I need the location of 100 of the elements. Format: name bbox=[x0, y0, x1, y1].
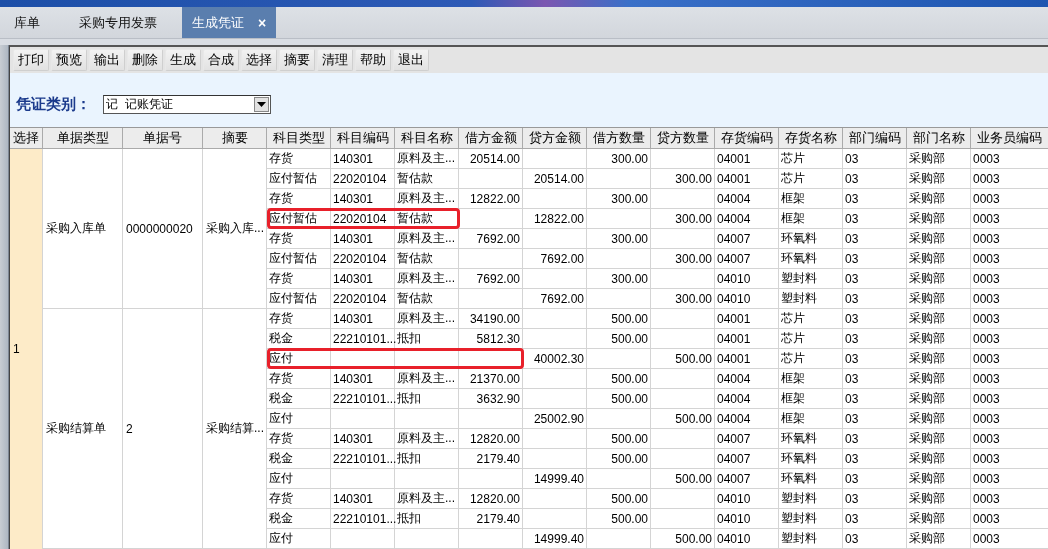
table-cell: 04007 bbox=[715, 249, 779, 269]
empty-cell bbox=[523, 309, 587, 329]
toolbar-button[interactable]: 清理 bbox=[317, 49, 353, 71]
table-cell: 存货 bbox=[267, 189, 331, 209]
column-header[interactable]: 存货名称 bbox=[779, 128, 843, 149]
table-cell: 采购部 bbox=[907, 489, 971, 509]
table-cell: 140301 bbox=[331, 229, 395, 249]
table-cell: 0003 bbox=[971, 369, 1048, 389]
table-cell: 采购部 bbox=[907, 469, 971, 489]
table-cell: 0003 bbox=[971, 509, 1048, 529]
column-header[interactable]: 科目编码 bbox=[331, 128, 395, 149]
empty-cell bbox=[523, 229, 587, 249]
table-cell: 采购部 bbox=[907, 169, 971, 189]
column-header[interactable]: 借方数量 bbox=[587, 128, 651, 149]
toolbar-button[interactable]: 输出 bbox=[89, 49, 125, 71]
empty-cell bbox=[523, 509, 587, 529]
table-cell: 0003 bbox=[971, 489, 1048, 509]
table-cell: 暂估款 bbox=[395, 289, 459, 309]
table-cell: 暂估款 bbox=[395, 169, 459, 189]
table-cell: 采购部 bbox=[907, 149, 971, 169]
table-cell: 22210101... bbox=[331, 449, 395, 469]
table-cell: 03 bbox=[843, 509, 907, 529]
column-header[interactable]: 单据类型 bbox=[43, 128, 123, 149]
table-cell: 04010 bbox=[715, 269, 779, 289]
table-cell: 500.00 bbox=[651, 349, 715, 369]
table-cell: 0003 bbox=[971, 229, 1048, 249]
table-cell: 500.00 bbox=[587, 449, 651, 469]
table-cell: 300.00 bbox=[587, 189, 651, 209]
empty-cell bbox=[459, 249, 523, 269]
table-cell: 0003 bbox=[971, 329, 1048, 349]
table-cell: 存货 bbox=[267, 269, 331, 289]
table-cell: 原料及主... bbox=[395, 309, 459, 329]
table-cell: 03 bbox=[843, 309, 907, 329]
toolbar-button[interactable]: 生成 bbox=[165, 49, 201, 71]
table-cell: 03 bbox=[843, 209, 907, 229]
toolbar-button[interactable]: 选择 bbox=[241, 49, 277, 71]
table-cell: 03 bbox=[843, 409, 907, 429]
table-cell: 300.00 bbox=[651, 289, 715, 309]
toolbar-button[interactable]: 删除 bbox=[127, 49, 163, 71]
caret-icon[interactable] bbox=[254, 97, 269, 112]
column-header[interactable]: 业务员编码 bbox=[971, 128, 1048, 149]
table-cell: 采购部 bbox=[907, 529, 971, 549]
table-cell: 22210101... bbox=[331, 509, 395, 529]
column-header[interactable]: 部门名称 bbox=[907, 128, 971, 149]
table-cell: 03 bbox=[843, 229, 907, 249]
toolbar-button[interactable]: 预览 bbox=[51, 49, 87, 71]
table-cell: 300.00 bbox=[587, 149, 651, 169]
tab[interactable]: 库单 bbox=[0, 7, 54, 38]
table-cell: 04001 bbox=[715, 149, 779, 169]
column-header[interactable]: 存货编码 bbox=[715, 128, 779, 149]
empty-cell bbox=[651, 509, 715, 529]
column-header[interactable]: 贷方数量 bbox=[651, 128, 715, 149]
table-cell: 0003 bbox=[971, 449, 1048, 469]
table-cell: 采购入库... bbox=[203, 149, 267, 309]
column-header[interactable]: 借方金额 bbox=[459, 128, 523, 149]
empty-cell bbox=[651, 449, 715, 469]
column-header[interactable]: 部门编码 bbox=[843, 128, 907, 149]
table-cell: 300.00 bbox=[587, 229, 651, 249]
tab[interactable]: 生成凭证 × bbox=[182, 7, 276, 38]
table-cell: 300.00 bbox=[651, 209, 715, 229]
table-cell: 40002.30 bbox=[523, 349, 587, 369]
table-cell: 03 bbox=[843, 149, 907, 169]
table-cell: 应付暂估 bbox=[267, 249, 331, 269]
voucher-type-select[interactable]: 记 记账凭证 bbox=[103, 95, 271, 114]
table-cell: 0003 bbox=[971, 149, 1048, 169]
table-cell: 应付 bbox=[267, 469, 331, 489]
column-header[interactable]: 贷方金额 bbox=[523, 128, 587, 149]
table-cell: 采购部 bbox=[907, 429, 971, 449]
table-cell: 芯片 bbox=[779, 169, 843, 189]
table-cell: 3632.90 bbox=[459, 389, 523, 409]
table-cell: 采购部 bbox=[907, 369, 971, 389]
table-cell: 采购部 bbox=[907, 349, 971, 369]
toolbar-button[interactable]: 帮助 bbox=[355, 49, 391, 71]
empty-cell bbox=[459, 529, 523, 549]
table-cell: 20514.00 bbox=[523, 169, 587, 189]
table-cell: 22020104 bbox=[331, 169, 395, 189]
toolbar-button[interactable]: 合成 bbox=[203, 49, 239, 71]
toolbar-button[interactable]: 摘要 bbox=[279, 49, 315, 71]
table-cell: 20514.00 bbox=[459, 149, 523, 169]
empty-cell bbox=[459, 169, 523, 189]
table-cell: 04004 bbox=[715, 409, 779, 429]
empty-cell bbox=[331, 469, 395, 489]
table-cell: 7692.00 bbox=[459, 229, 523, 249]
table-cell: 140301 bbox=[331, 429, 395, 449]
close-icon[interactable]: × bbox=[257, 14, 267, 31]
table-cell: 04004 bbox=[715, 189, 779, 209]
table-cell: 0003 bbox=[971, 389, 1048, 409]
table-cell: 采购部 bbox=[907, 409, 971, 429]
table-cell: 采购部 bbox=[907, 309, 971, 329]
toolbar-button[interactable]: 退出 bbox=[393, 49, 429, 71]
column-header[interactable]: 科目名称 bbox=[395, 128, 459, 149]
column-header[interactable]: 单据号 bbox=[123, 128, 203, 149]
column-header[interactable]: 摘要 bbox=[203, 128, 267, 149]
tab[interactable]: 采购专用发票 bbox=[54, 7, 182, 38]
empty-cell bbox=[523, 269, 587, 289]
column-header[interactable]: 科目类型 bbox=[267, 128, 331, 149]
table-cell: 12822.00 bbox=[523, 209, 587, 229]
table-cell: 03 bbox=[843, 469, 907, 489]
toolbar-button[interactable]: 打印 bbox=[13, 49, 49, 71]
table-cell: 0003 bbox=[971, 529, 1048, 549]
